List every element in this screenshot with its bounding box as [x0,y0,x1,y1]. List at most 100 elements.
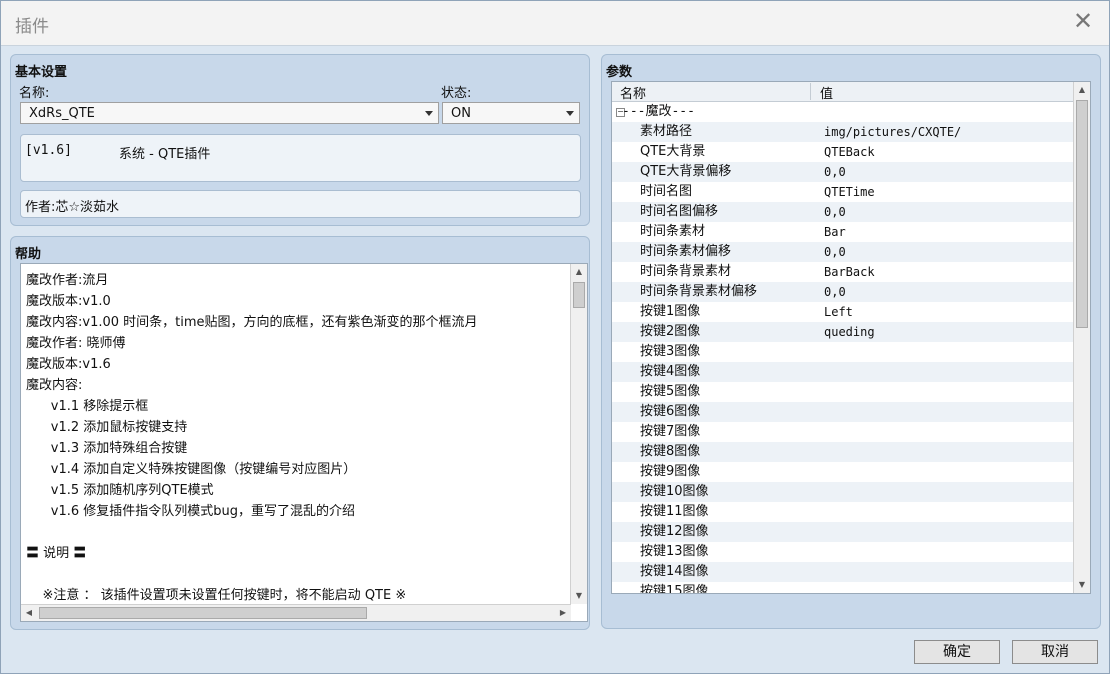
param-row[interactable]: 按键1图像 Left [612,302,1074,322]
chevron-down-icon [566,111,574,116]
param-name: QTE大背景偏移 [640,164,732,179]
scroll-left-icon[interactable]: ◀ [21,605,37,621]
help-title: 帮助 [15,247,42,262]
param-name: 时间名图 [640,184,693,199]
param-name: QTE大背景 [640,144,706,159]
param-group-name: ---魔改--- [622,104,695,119]
cancel-button[interactable]: 取消 [1012,640,1098,664]
basic-settings-title: 基本设置 [15,65,68,80]
param-row[interactable]: 时间条素材 Bar [612,222,1074,242]
plugin-version: [v1.6] [25,143,72,158]
param-name: 按键6图像 [640,404,701,419]
param-name: 按键2图像 [640,324,701,339]
params-grid[interactable]: 名称 值 − ---魔改--- 素材路径 img/pictures/CXQTE/Q… [611,81,1091,594]
param-row[interactable]: 时间条素材偏移 0,0 [612,242,1074,262]
col-name-header[interactable]: 名称 [612,83,811,102]
plugin-name-select[interactable]: XdRs_QTE [20,102,439,124]
scroll-down-icon[interactable]: ▼ [571,588,587,604]
params-vscroll-thumb[interactable] [1076,100,1088,328]
param-value: Bar [824,225,846,239]
param-row[interactable]: QTE大背景 QTEBack [612,142,1074,162]
status-label: 状态: [441,86,472,101]
param-value: 0,0 [824,205,846,219]
title-bar: 插件 ✕ [1,1,1109,46]
param-value: 0,0 [824,165,846,179]
help-vscroll-thumb[interactable] [573,282,585,308]
param-name: 按键13图像 [640,544,709,559]
param-name: 按键7图像 [640,424,701,439]
param-row[interactable]: 按键8图像 [612,442,1074,462]
param-value: img/pictures/CXQTE/ [824,125,962,139]
param-name: 按键15图像 [640,584,709,594]
param-value: 0,0 [824,245,846,259]
params-rows: − ---魔改--- 素材路径 img/pictures/CXQTE/QTE大背景… [612,102,1074,594]
scroll-right-icon[interactable]: ▶ [555,605,571,621]
close-icon[interactable]: ✕ [1071,9,1095,33]
param-group-row[interactable]: − ---魔改--- [612,102,1074,122]
params-vertical-scrollbar[interactable]: ▲ ▼ [1073,82,1090,593]
param-name: 按键1图像 [640,304,701,319]
param-row[interactable]: 素材路径 img/pictures/CXQTE/ [612,122,1074,142]
param-row[interactable]: 按键3图像 [612,342,1074,362]
param-row[interactable]: 按键6图像 [612,402,1074,422]
param-value: QTEBack [824,145,875,159]
description-box: [v1.6] 系统 - QTE插件 [20,134,581,182]
help-textarea[interactable]: 魔改作者:流月 魔改版本:v1.0 魔改内容:v1.00 时间条，time贴图，… [20,263,588,622]
params-title: 参数 [606,65,633,80]
help-hscroll-thumb[interactable] [39,607,367,619]
param-row[interactable]: 按键4图像 [612,362,1074,382]
param-row[interactable]: 时间条背景素材 BarBack [612,262,1074,282]
param-row[interactable]: 按键14图像 [612,562,1074,582]
plugin-description: 系统 - QTE插件 [119,147,211,162]
param-row[interactable]: 按键12图像 [612,522,1074,542]
window-title: 插件 [15,17,49,37]
param-row[interactable]: 按键15图像 [612,582,1074,594]
param-name: 按键10图像 [640,484,709,499]
param-name: 按键3图像 [640,344,701,359]
param-value: 0,0 [824,285,846,299]
param-row[interactable]: 按键7图像 [612,422,1074,442]
param-name: 按键12图像 [640,524,709,539]
param-value: queding [824,325,875,339]
col-value-header[interactable]: 值 [812,83,1070,102]
param-name: 时间条背景素材 [640,264,732,279]
param-row[interactable]: 时间名图 QTETime [612,182,1074,202]
param-name: 时间名图偏移 [640,204,719,219]
scroll-up-icon[interactable]: ▲ [571,264,587,280]
help-horizontal-scrollbar[interactable]: ◀ ▶ [21,604,571,621]
param-name: 时间条背景素材偏移 [640,284,758,299]
status-select[interactable]: ON [442,102,580,124]
params-panel: 参数 名称 值 − ---魔改--- 素材路径 img/pictures/CXQT… [601,54,1101,629]
param-row[interactable]: 按键2图像 queding [612,322,1074,342]
help-panel: 帮助 魔改作者:流月 魔改版本:v1.0 魔改内容:v1.00 时间条，time… [10,236,590,630]
name-label: 名称: [19,86,50,101]
param-row[interactable]: 按键5图像 [612,382,1074,402]
ok-button[interactable]: 确定 [914,640,1000,664]
param-name: 按键9图像 [640,464,701,479]
scroll-down-icon[interactable]: ▼ [1074,577,1090,593]
param-name: 时间条素材 [640,224,706,239]
param-value: Left [824,305,853,319]
chevron-down-icon [425,111,433,116]
param-row[interactable]: 按键9图像 [612,462,1074,482]
param-name: 按键8图像 [640,444,701,459]
param-row[interactable]: 按键11图像 [612,502,1074,522]
help-vertical-scrollbar[interactable]: ▲ ▼ [570,264,587,604]
param-name: 按键14图像 [640,564,709,579]
plugin-dialog: 插件 ✕ 基本设置 名称: XdRs_QTE 状态: ON [v1.6] 系统 … [0,0,1110,674]
param-name: 按键11图像 [640,504,709,519]
param-row[interactable]: 时间名图偏移 0,0 [612,202,1074,222]
param-row[interactable]: 时间条背景素材偏移 0,0 [612,282,1074,302]
param-row[interactable]: 按键10图像 [612,482,1074,502]
help-text: 魔改作者:流月 魔改版本:v1.0 魔改内容:v1.00 时间条，time贴图，… [26,273,478,603]
param-row[interactable]: QTE大背景偏移 0,0 [612,162,1074,182]
param-name: 素材路径 [640,124,693,139]
param-name: 按键4图像 [640,364,701,379]
params-grid-header: 名称 值 [612,82,1074,102]
author-box: 作者:芯☆淡茹水 [20,190,581,218]
param-value: BarBack [824,265,875,279]
basic-settings-panel: 基本设置 名称: XdRs_QTE 状态: ON [v1.6] 系统 - QTE… [10,54,590,226]
param-name: 按键5图像 [640,384,701,399]
scroll-up-icon[interactable]: ▲ [1074,82,1090,98]
param-row[interactable]: 按键13图像 [612,542,1074,562]
